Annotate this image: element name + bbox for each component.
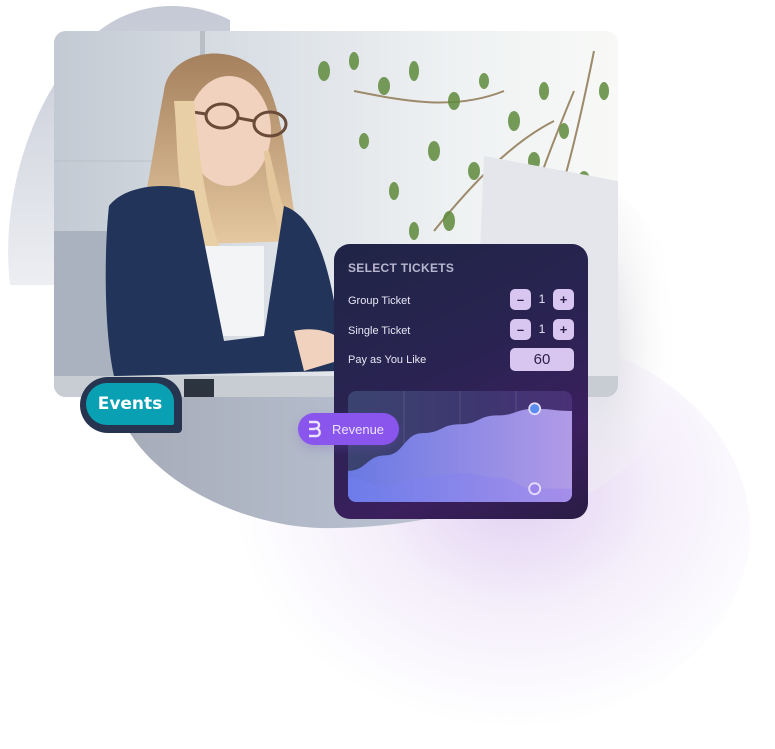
group-ticket-decrement-button[interactable]: – xyxy=(510,289,531,310)
events-label: Events xyxy=(86,383,174,425)
pay-as-you-like-label: Pay as You Like xyxy=(348,354,427,366)
b-logo-icon xyxy=(309,420,321,438)
revenue-chart xyxy=(348,391,572,502)
group-ticket-quantity: 1 xyxy=(538,292,546,306)
select-tickets-card: SELECT TICKETS Group Ticket – 1 + Single… xyxy=(334,244,588,519)
group-ticket-increment-button[interactable]: + xyxy=(553,289,574,310)
chart-handle-lower[interactable] xyxy=(528,482,542,496)
single-ticket-label: Single Ticket xyxy=(348,325,411,337)
events-badge[interactable]: Events xyxy=(80,377,182,433)
single-ticket-quantity: 1 xyxy=(538,322,546,336)
revenue-label: Revenue xyxy=(332,421,385,437)
single-ticket-increment-button[interactable]: + xyxy=(553,319,574,340)
card-title: SELECT TICKETS xyxy=(348,261,455,275)
revenue-area-chart xyxy=(348,391,572,502)
pay-as-you-like-input[interactable]: 60 xyxy=(510,348,574,371)
group-ticket-label: Group Ticket xyxy=(348,295,411,307)
revenue-badge[interactable]: Revenue xyxy=(298,413,399,445)
single-ticket-decrement-button[interactable]: – xyxy=(510,319,531,340)
chart-handle-upper[interactable] xyxy=(528,402,542,416)
